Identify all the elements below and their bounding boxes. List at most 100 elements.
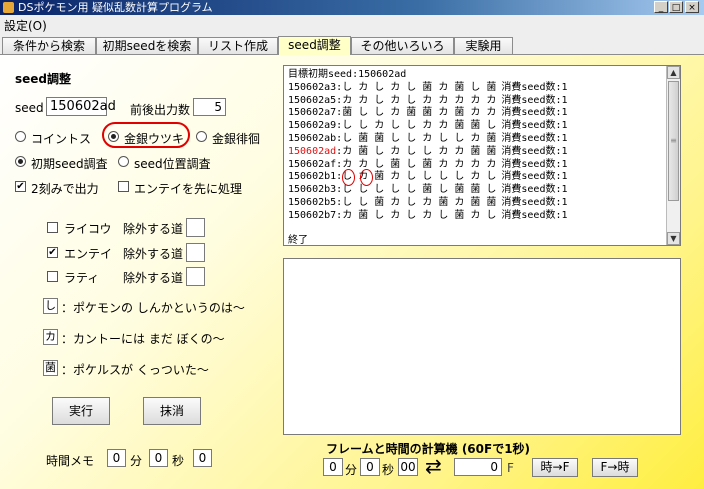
- maximize-button[interactable]: □: [669, 1, 683, 13]
- entei-first-label: エンテイを先に処理: [134, 182, 243, 196]
- output-row-seed: 150602b1: [288, 171, 337, 183]
- output-row: 150602a5:カ カ し カ し カ カ カ カ カ消費seed数:1: [288, 95, 568, 108]
- latias-exclude-input[interactable]: [186, 267, 205, 286]
- tab-seed-adjust[interactable]: seed調整: [278, 36, 351, 55]
- tab-misc[interactable]: その他いろいろ: [351, 37, 454, 54]
- raikou-checkbox[interactable]: [47, 222, 58, 233]
- latias-exclude-label: 除外する道: [123, 271, 184, 285]
- output-row: 150602b5:し し 菌 カ し カ 菌 カ 菌 菌消費seed数:1: [288, 197, 568, 210]
- output-row-consumed: 消費seed数:1: [501, 209, 568, 221]
- output-row-consumed: 消費seed数:1: [501, 132, 568, 144]
- output-header: 目標初期seed:150602ad: [288, 69, 407, 80]
- minimize-button[interactable]: _: [654, 1, 668, 13]
- entei-exclude-label: 除外する道: [123, 247, 184, 261]
- entei-checkbox[interactable]: ✔: [47, 247, 58, 258]
- output-row-seed: 150602ad: [288, 145, 337, 157]
- output-scrollbar[interactable]: ▲ ≡ ▼: [666, 66, 680, 245]
- output-row-consumed: 消費seed数:1: [501, 81, 568, 93]
- range-input[interactable]: 5: [193, 98, 226, 116]
- close-button[interactable]: ×: [685, 1, 699, 13]
- output-blank-line: [288, 223, 568, 236]
- output-row-sequence: カ 菌 し カ し カ し 菌 カ し: [342, 209, 497, 221]
- calc-frames-input[interactable]: 00: [398, 458, 418, 476]
- output-row-consumed: 消費seed数:1: [501, 94, 568, 106]
- tab-list-create[interactable]: リスト作成: [198, 37, 278, 54]
- legend-symbol-shi: し: [43, 298, 58, 314]
- seed-adjust-panel: seed調整 seed 150602ad 前後出力数 5 コイントス 金銀ウツキ…: [0, 55, 704, 489]
- output-row-sequence: カ カ し カ し カ カ カ カ カ: [342, 94, 497, 106]
- red-circle-annotation-ka: [360, 169, 373, 186]
- app-icon: [3, 2, 14, 13]
- output-row: 150602a7:菌 し し カ 菌 菌 カ 菌 カ カ消費seed数:1: [288, 107, 568, 120]
- output-row-seed: 150602af: [288, 158, 337, 170]
- output-row: 150602b3:し し し し し 菌 し 菌 菌 し消費seed数:1: [288, 184, 568, 197]
- secondary-textarea[interactable]: [283, 258, 681, 435]
- legend-symbol-kin: 菌: [43, 360, 58, 376]
- coin-toss-radio[interactable]: [15, 131, 26, 142]
- output-row-sequence: し し カ し し カ カ 菌 菌 し: [342, 120, 497, 132]
- frame-to-time-button[interactable]: F→時: [592, 458, 638, 477]
- tab-condition-search[interactable]: 条件から検索: [2, 37, 96, 54]
- raikou-exclude-label: 除外する道: [123, 222, 184, 236]
- coin-toss-label: コイントス: [31, 132, 92, 146]
- output-footer: 終了: [288, 235, 308, 246]
- kingin-haikai-radio[interactable]: [196, 131, 207, 142]
- output-row-seed: 150602a5: [288, 94, 337, 106]
- section-heading: seed調整: [15, 72, 72, 86]
- output-row-sequence: し 菌 菌 し し カ し し カ 菌: [342, 132, 497, 144]
- output-row-seed: 150602a3: [288, 81, 337, 93]
- range-label: 前後出力数: [130, 103, 191, 117]
- clear-button[interactable]: 抹消: [143, 397, 201, 425]
- menu-settings[interactable]: 設定(O): [4, 17, 47, 34]
- menu-bar: 設定(O): [0, 15, 704, 34]
- output-row-consumed: 消費seed数:1: [501, 184, 568, 196]
- initial-seed-radio[interactable]: [15, 156, 26, 167]
- output-row-consumed: 消費seed数:1: [501, 196, 568, 208]
- scroll-thumb[interactable]: ≡: [668, 81, 679, 201]
- calc-f-input[interactable]: 0: [454, 458, 502, 476]
- output-row-consumed: 消費seed数:1: [501, 171, 568, 183]
- calc-seconds-input[interactable]: 0: [360, 458, 380, 476]
- time-to-frame-button[interactable]: 時→F: [532, 458, 578, 477]
- entei-first-checkbox[interactable]: [118, 181, 129, 192]
- output-textarea[interactable]: 目標初期seed:150602ad 150602a3:し カ し カ し 菌 カ…: [283, 65, 681, 246]
- calc-f-unit: F: [507, 461, 514, 475]
- calc-minutes-input[interactable]: 0: [323, 458, 343, 476]
- output-row-consumed: 消費seed数:1: [501, 158, 568, 170]
- tab-experiment[interactable]: 実験用: [454, 37, 513, 54]
- memo-frames-input[interactable]: 0: [193, 449, 212, 467]
- latias-label: ラティ: [64, 271, 100, 285]
- output-row-sequence: 菌 し し カ 菌 菌 カ 菌 カ カ: [342, 107, 497, 119]
- memo-minutes-unit: 分: [130, 454, 143, 468]
- output-row-seed: 150602ab: [288, 132, 337, 144]
- two-step-label: 2刻みで出力: [31, 182, 99, 196]
- seed-label: seed: [15, 101, 44, 115]
- scroll-down-button[interactable]: ▼: [667, 232, 680, 245]
- scroll-up-button[interactable]: ▲: [667, 66, 680, 79]
- latias-checkbox[interactable]: [47, 271, 58, 282]
- tab-initial-seed-search[interactable]: 初期seedを検索: [96, 37, 198, 54]
- raikou-exclude-input[interactable]: [186, 218, 205, 237]
- legend-text-shi: ：ポケモンの しんかというのは～: [61, 301, 245, 315]
- red-circle-annotation: [102, 122, 190, 148]
- run-button[interactable]: 実行: [52, 397, 110, 425]
- legend-symbol-ka: カ: [43, 329, 58, 345]
- output-row-sequence: カ カ し 菌 し 菌 カ カ カ カ: [342, 158, 497, 170]
- entei-label: エンテイ: [64, 247, 113, 261]
- memo-seconds-input[interactable]: 0: [149, 449, 168, 467]
- seed-input[interactable]: 150602ad: [46, 97, 116, 116]
- swap-icon: ⇄: [425, 454, 442, 478]
- calc-minutes-unit: 分: [345, 463, 358, 477]
- seed-position-radio[interactable]: [118, 156, 129, 167]
- output-row-seed: 150602b5: [288, 196, 337, 208]
- entei-exclude-input[interactable]: [186, 243, 205, 262]
- output-row: 150602ad:カ 菌 し カ し し カ カ 菌 菌消費seed数:1: [288, 146, 568, 159]
- memo-seconds-unit: 秒: [172, 454, 185, 468]
- output-row-seed: 150602b3: [288, 184, 337, 196]
- memo-minutes-input[interactable]: 0: [107, 449, 126, 467]
- two-step-checkbox[interactable]: ✔: [15, 181, 26, 192]
- output-row-sequence: カ 菌 し カ し し カ カ 菌 菌: [342, 145, 497, 157]
- title-bar: DSポケモン用 疑似乱数計算プログラム _ □ ×: [0, 0, 704, 15]
- output-row-sequence: し カ し カ し 菌 カ 菌 し 菌: [342, 81, 497, 93]
- output-row-seed: 150602b7: [288, 209, 337, 221]
